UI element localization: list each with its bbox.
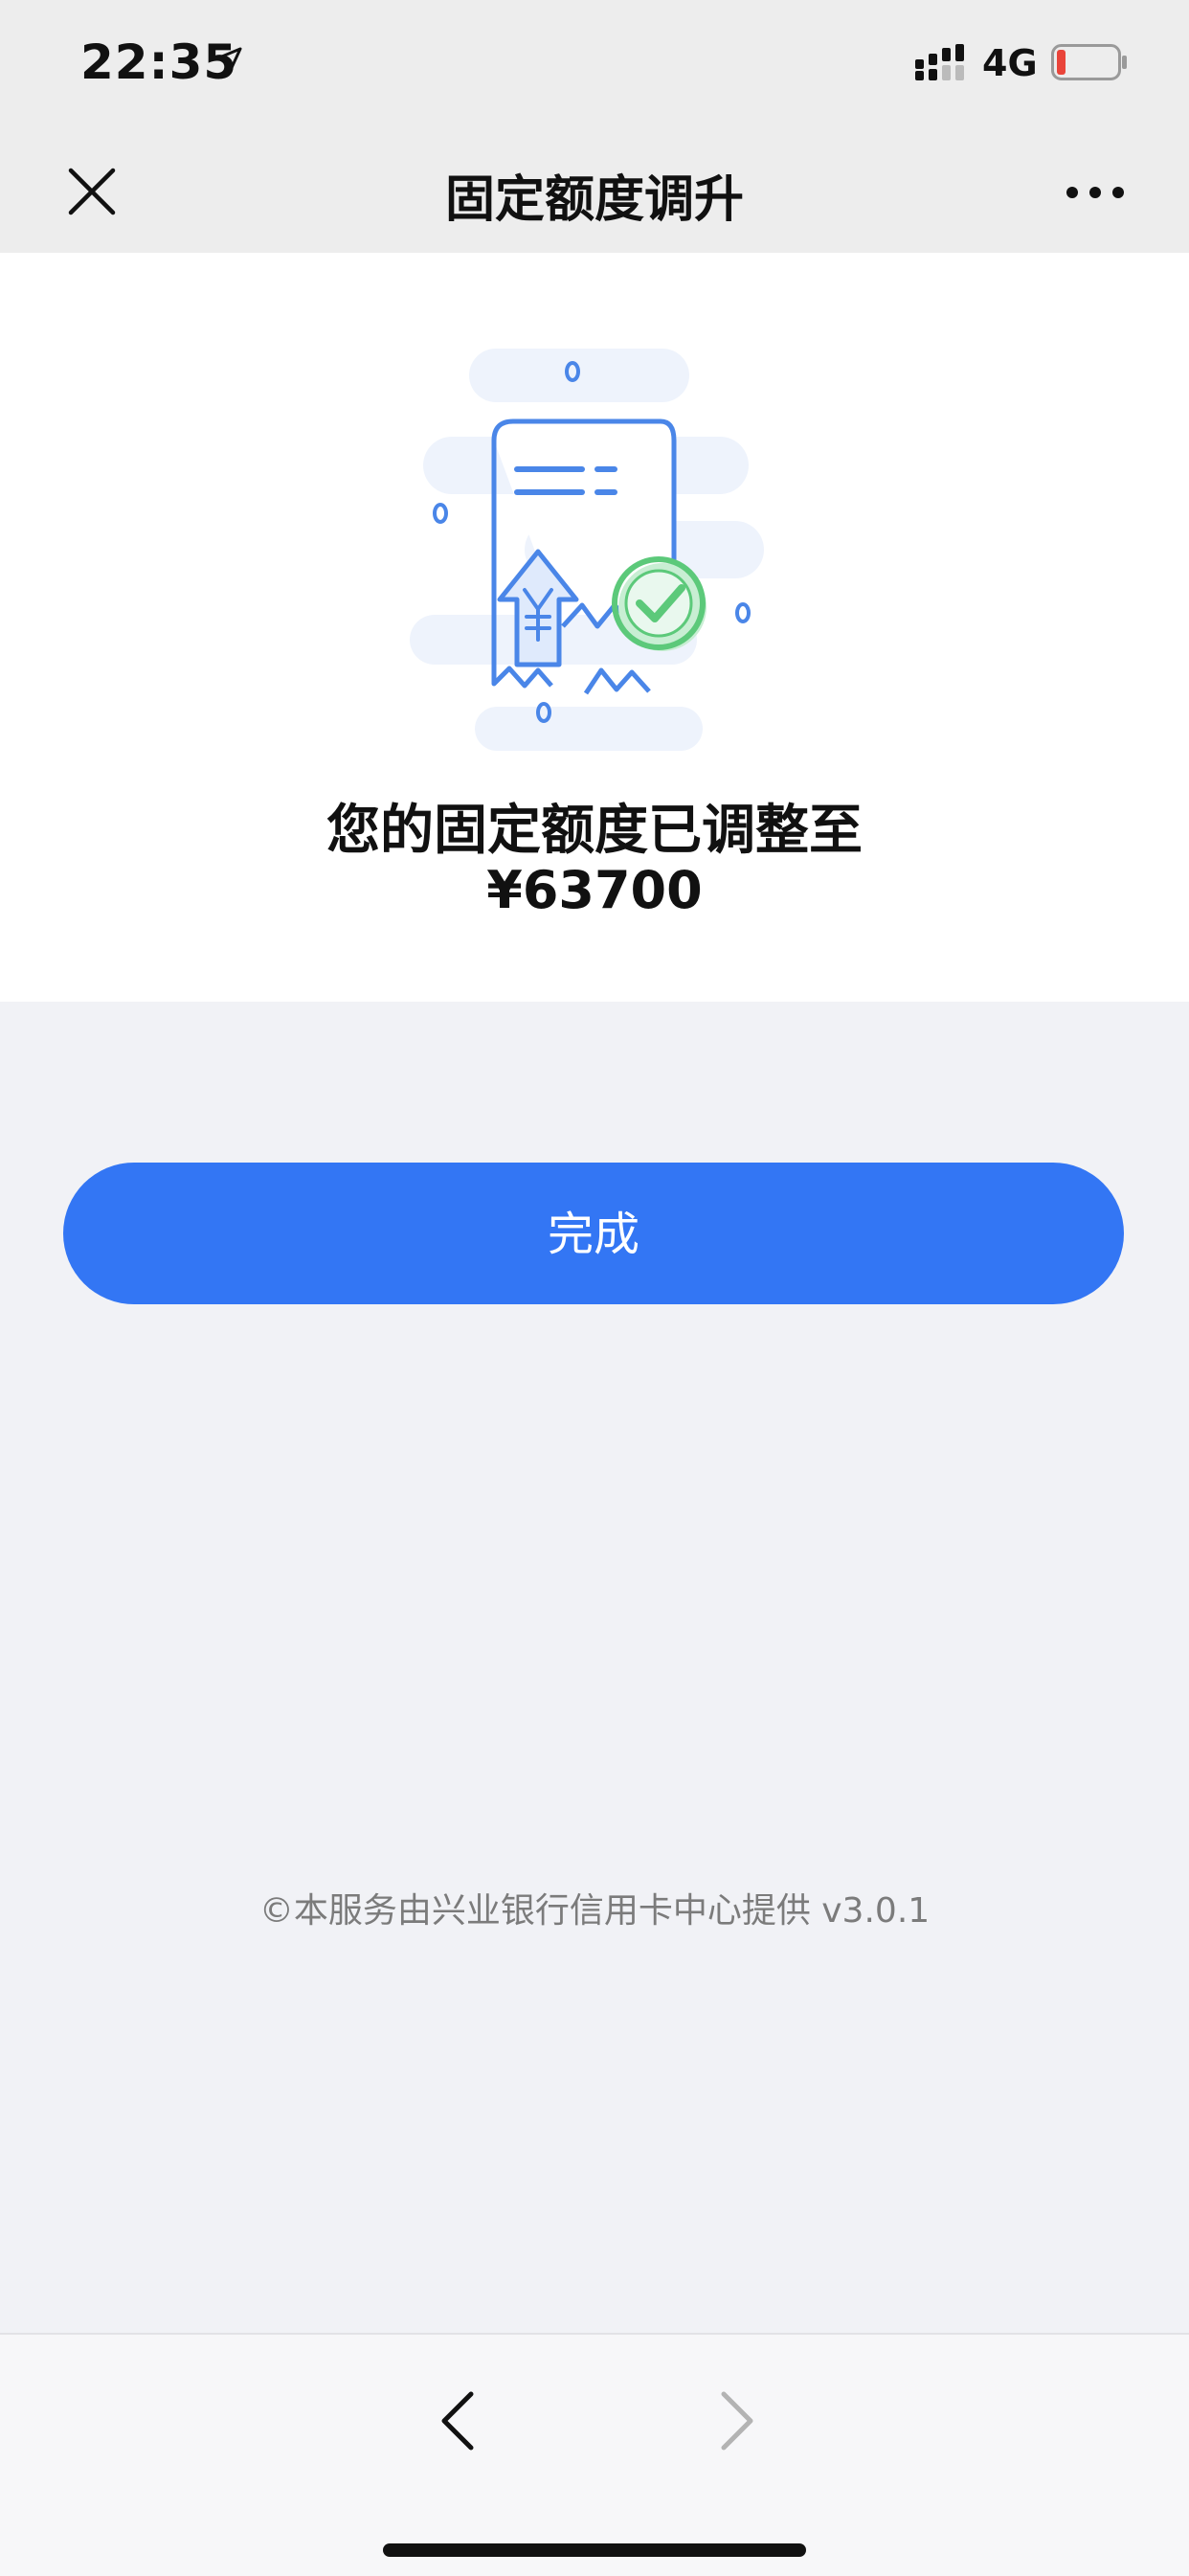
result-card: 您的固定额度已调整至 ¥63700: [0, 253, 1189, 1002]
network-type: 4G: [982, 42, 1038, 84]
back-chevron-icon[interactable]: [429, 2383, 486, 2459]
result-message: 您的固定额度已调整至: [326, 800, 863, 862]
more-dots-icon[interactable]: [1065, 184, 1126, 201]
service-provider-footer: ©本服务由兴业银行信用卡中心提供 v3.0.1: [258, 1891, 931, 1931]
credit-limit-amount: ¥63700: [486, 860, 703, 920]
home-indicator[interactable]: [383, 2543, 806, 2557]
bottom-toolbar: [0, 2333, 1189, 2576]
signal-bars-icon: [915, 44, 964, 80]
location-arrow-icon: [215, 47, 242, 74]
page-title: 固定额度调升: [444, 171, 744, 229]
nav-bar: 固定额度调升: [0, 130, 1189, 253]
receipt-limit-increase-approved-icon: [410, 349, 764, 751]
battery-low-icon: [1051, 44, 1127, 80]
forward-chevron-icon[interactable]: [708, 2383, 766, 2459]
done-button[interactable]: 完成: [63, 1163, 1124, 1304]
status-bar: 22:35 4G: [0, 0, 1189, 130]
